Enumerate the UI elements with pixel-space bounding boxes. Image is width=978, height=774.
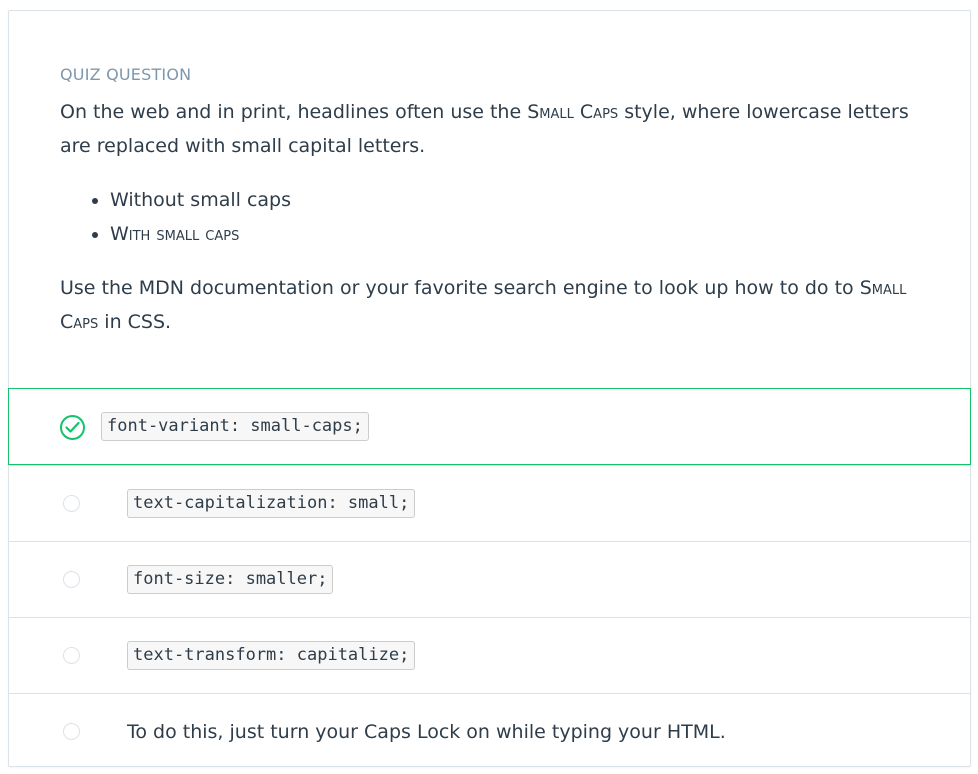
answer-option-5[interactable]: To do this, just turn your Caps Lock on … (8, 693, 971, 769)
instruction-text-after: in CSS. (98, 311, 172, 333)
answer-option-4-code: text-transform: capitalize; (127, 641, 416, 670)
answer-option-1-code: font-variant: small-caps; (101, 412, 369, 441)
example-list: Without small caps With small caps (110, 183, 919, 251)
answer-option-5-text: To do this, just turn your Caps Lock on … (127, 720, 726, 743)
quiz-kicker: Quiz Question (60, 65, 192, 84)
answer-option-1[interactable]: font-variant: small-caps; (8, 388, 971, 465)
check-circle-icon[interactable] (60, 414, 85, 440)
answer-option-3-code: font-size: smaller; (127, 565, 334, 594)
intro-small-caps: Small Caps (527, 101, 619, 123)
answer-option-3[interactable]: font-size: smaller; (8, 541, 971, 617)
example-without-small-caps: Without small caps (110, 183, 919, 217)
radio-circle-icon[interactable] (63, 722, 80, 740)
radio-circle-icon[interactable] (63, 646, 80, 664)
radio-circle-icon[interactable] (63, 570, 80, 588)
intro-text-before: On the web and in print, headlines often… (60, 101, 528, 123)
answer-option-2-code: text-capitalization: small; (127, 489, 416, 518)
question-block: Quiz Question On the web and in print, h… (9, 11, 970, 339)
question-intro: On the web and in print, headlines often… (60, 95, 919, 163)
instruction-text-before: Use the MDN documentation or your favori… (60, 277, 860, 299)
answer-option-4[interactable]: text-transform: capitalize; (8, 617, 971, 693)
radio-circle-icon[interactable] (63, 494, 80, 512)
quiz-card: Quiz Question On the web and in print, h… (8, 10, 971, 767)
example-with-small-caps: With small caps (110, 217, 919, 251)
answer-options: font-variant: small-caps; text-capitaliz… (8, 388, 971, 769)
answer-option-2[interactable]: text-capitalization: small; (8, 465, 971, 541)
question-instruction: Use the MDN documentation or your favori… (60, 271, 919, 339)
